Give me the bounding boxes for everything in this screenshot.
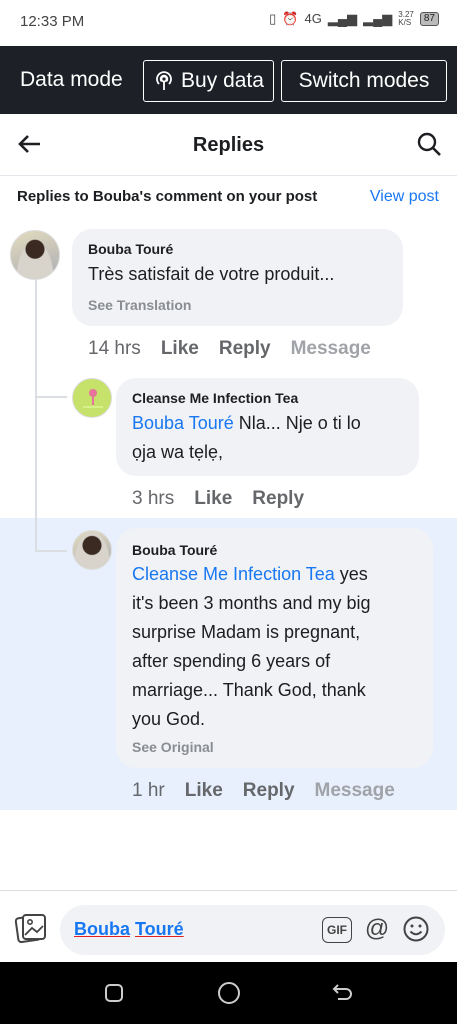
signal-icon: ▂▄▆ [327, 11, 358, 26]
battery-level: 87 [423, 13, 435, 24]
comment-bubble: Cleanse Me Infection Tea Bouba Touré Nla… [116, 378, 419, 476]
message-button[interactable]: Message [315, 780, 395, 802]
data-mode-label: Data mode [20, 68, 123, 91]
comment-text-line: marriage... Thank God, thank [132, 680, 366, 700]
back-icon[interactable] [330, 981, 356, 1005]
system-nav-bar [0, 962, 457, 1024]
network-label: 4G [304, 11, 322, 26]
mention-link[interactable]: Cleanse Me Infection Tea [132, 564, 335, 584]
comment-text-line: Nla... Nje o ti lo [233, 413, 361, 433]
switch-modes-label: Switch modes [298, 69, 430, 92]
mention-word: Bouba [74, 919, 130, 939]
comment-author[interactable]: Bouba Touré [88, 241, 173, 257]
comment-text: Cleanse Me Infection Tea yes it's been 3… [132, 560, 371, 734]
comment-text-line: you God. [132, 709, 206, 729]
vibrate-icon: ▯ [269, 11, 277, 26]
comment-text: Bouba Touré Nla... Nje o ti lo ọja wa tẹ… [132, 409, 361, 467]
status-time: 12:33 PM [20, 13, 85, 30]
page-header: Replies [0, 114, 457, 176]
view-post-link[interactable]: View post [370, 188, 439, 206]
comment-time: 14 hrs [88, 338, 141, 359]
comment-author[interactable]: Cleanse Me Infection Tea [132, 390, 298, 406]
comment-text-line: after spending 6 years of [132, 651, 331, 671]
avatar[interactable] [72, 378, 112, 418]
comment-text-line: it's been 3 months and my big [132, 593, 371, 613]
brand-logo-icon [83, 389, 103, 408]
message-button[interactable]: Message [291, 338, 371, 360]
page-title: Replies [192, 134, 265, 156]
replies-context-text: Replies to Bouba's comment on your post [17, 188, 318, 205]
home-icon[interactable] [218, 982, 240, 1004]
thread-connector [35, 396, 67, 398]
mention-at-icon[interactable]: @ [362, 914, 392, 944]
buy-data-label: Buy data [181, 69, 264, 92]
comment-text-line: ọja wa tẹlẹ, [132, 442, 224, 462]
reply-button[interactable]: Reply [243, 780, 295, 802]
data-mode-bar: Data mode Buy data Switch modes [0, 46, 457, 114]
emoji-icon[interactable] [402, 915, 430, 943]
mention-link[interactable]: Bouba Touré [132, 413, 234, 433]
signal-icon-2: ▂▄▆ [363, 11, 393, 26]
status-bar: 12:33 PM ▯ ⏰ 4G ▂▄▆ ▂▄▆ 3.27 K/S 87 [0, 0, 457, 46]
like-button[interactable]: Like [161, 338, 199, 360]
comment-time: 1 hr [132, 780, 165, 801]
comment-text-line: surprise Madam is pregnant, [132, 622, 361, 642]
status-icons: ▯ ⏰ 4G ▂▄▆ ▂▄▆ 3.27 K/S 87 [269, 11, 439, 27]
comment-actions: 1 hr Like Reply Message [132, 780, 395, 802]
comment-text: Très satisfait de votre produit... [88, 264, 335, 284]
search-icon[interactable] [415, 130, 443, 158]
gif-icon[interactable]: GIF [322, 917, 352, 943]
comment-actions: 3 hrs Like Reply [132, 488, 324, 510]
comment-actions: 14 hrs Like Reply Message [88, 338, 371, 360]
gif-label: GIF [327, 923, 347, 937]
reply-button[interactable]: Reply [219, 338, 271, 360]
thread-line [35, 280, 37, 552]
thread-connector [35, 550, 67, 552]
see-translation-link[interactable]: See Translation [88, 297, 191, 313]
broadcast-icon [156, 71, 172, 90]
photo-icon[interactable] [14, 911, 48, 945]
alarm-icon: ⏰ [282, 11, 299, 26]
mention-word: Touré [135, 919, 184, 939]
like-button[interactable]: Like [185, 780, 223, 802]
reply-button[interactable]: Reply [252, 488, 304, 510]
reply-input-text: Bouba Touré [74, 919, 184, 940]
speed-unit: K/S [398, 18, 412, 27]
see-original-link[interactable]: See Original [132, 739, 214, 755]
speed-indicator: 3.27 K/S [398, 11, 414, 27]
comment-bubble: Bouba Touré Très satisfait de votre prod… [72, 229, 403, 326]
avatar[interactable] [72, 530, 112, 570]
like-button[interactable]: Like [194, 488, 232, 510]
reply-input[interactable]: Bouba Touré GIF @ [60, 905, 445, 955]
buy-data-button[interactable]: Buy data [143, 60, 274, 102]
switch-modes-button[interactable]: Switch modes [281, 60, 447, 102]
comment-bubble: Bouba Touré Cleanse Me Infection Tea yes… [116, 528, 433, 768]
reply-composer: Bouba Touré GIF @ [0, 890, 457, 962]
comment-time: 3 hrs [132, 488, 175, 509]
avatar[interactable] [10, 230, 60, 280]
recents-icon[interactable] [105, 984, 123, 1002]
battery-icon: 87 [419, 12, 439, 26]
comment-author[interactable]: Bouba Touré [132, 542, 217, 558]
comment-text-line: yes [334, 564, 368, 584]
